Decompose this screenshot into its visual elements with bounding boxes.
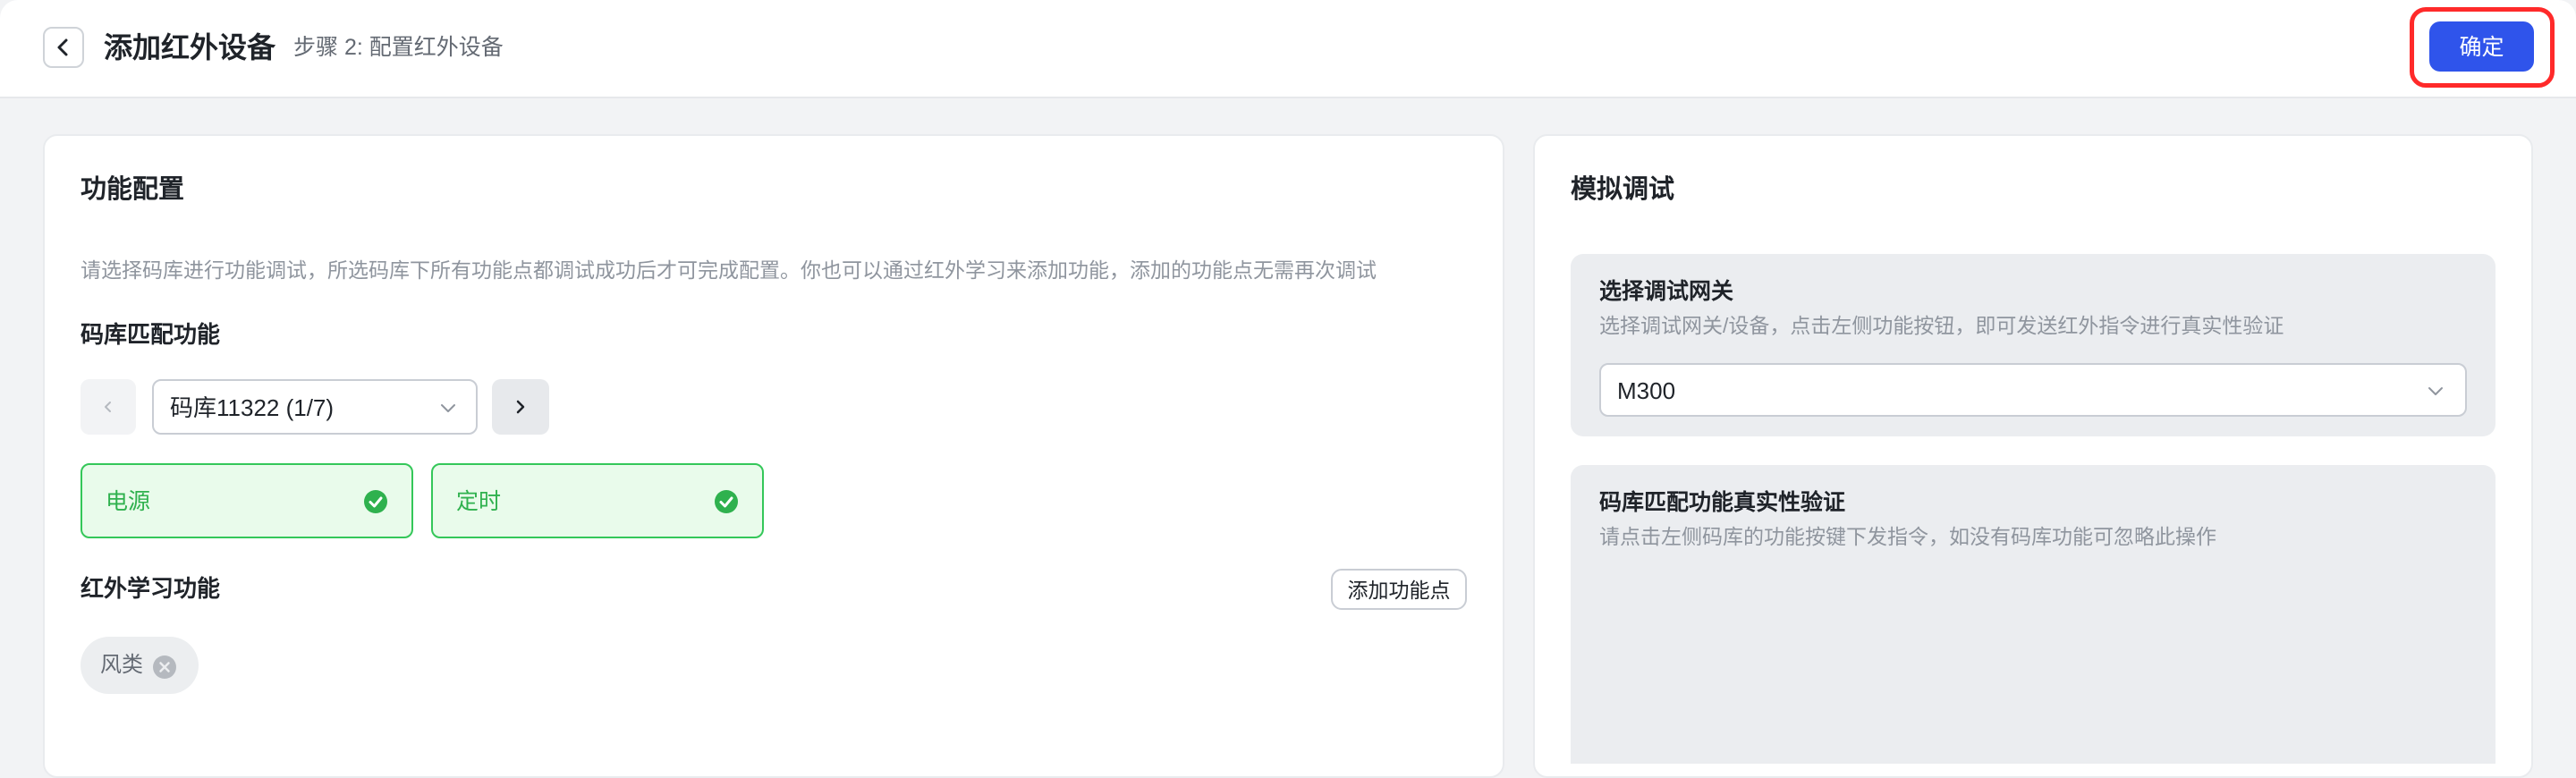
chevron-right-icon (516, 400, 525, 414)
chevron-left-icon (57, 38, 68, 56)
function-config-hint: 请选择码库进行功能调试，所选码库下所有功能点都调试成功后才可完成配置。你也可以通… (80, 258, 1377, 282)
page-title: 添加红外设备 (104, 31, 276, 63)
debug-card-title: 模拟调试 (1571, 175, 1675, 204)
check-circle-icon (715, 490, 738, 513)
chevron-left-icon (105, 402, 111, 412)
learned-function-tag[interactable]: 风类 (80, 637, 199, 694)
function-card-timer[interactable]: 定时 (431, 463, 764, 538)
function-card-label: 定时 (456, 489, 502, 514)
chevron-down-icon (441, 404, 455, 412)
gateway-panel-title: 选择调试网关 (1599, 279, 1734, 304)
close-circle-icon[interactable] (152, 655, 177, 680)
gateway-select-value: M300 (1617, 377, 1676, 404)
function-card-power[interactable]: 电源 (80, 463, 413, 538)
confirm-button[interactable]: 确定 (2429, 21, 2534, 72)
verify-panel-title: 码库匹配功能真实性验证 (1599, 490, 1846, 515)
function-config-card (43, 134, 1504, 778)
library-select[interactable]: 码库11322 (1/7) (152, 379, 478, 435)
learned-function-label: 风类 (100, 653, 143, 677)
add-function-button[interactable]: 添加功能点 (1331, 569, 1467, 610)
learning-section-title: 红外学习功能 (80, 575, 221, 602)
library-prev-button[interactable] (80, 379, 136, 435)
library-section-title: 码库匹配功能 (80, 321, 221, 348)
check-circle-icon (364, 490, 387, 513)
function-card-label: 电源 (106, 489, 151, 514)
step-indicator: 步骤 2: 配置红外设备 (293, 35, 504, 60)
library-next-button[interactable] (492, 379, 549, 435)
function-config-title: 功能配置 (80, 175, 185, 204)
chevron-down-icon (2428, 387, 2443, 395)
gateway-select[interactable]: M300 (1599, 363, 2467, 417)
verify-panel-hint: 请点击左侧码库的功能按键下发指令，如没有码库功能可忽略此操作 (1599, 525, 2216, 548)
library-select-value: 码库11322 (1/7) (170, 394, 335, 421)
back-button[interactable] (43, 27, 84, 68)
top-bar: 添加红外设备 步骤 2: 配置红外设备 (0, 0, 2576, 98)
gateway-panel-hint: 选择调试网关/设备，点击左侧功能按钮，即可发送红外指令进行真实性验证 (1599, 314, 2284, 337)
